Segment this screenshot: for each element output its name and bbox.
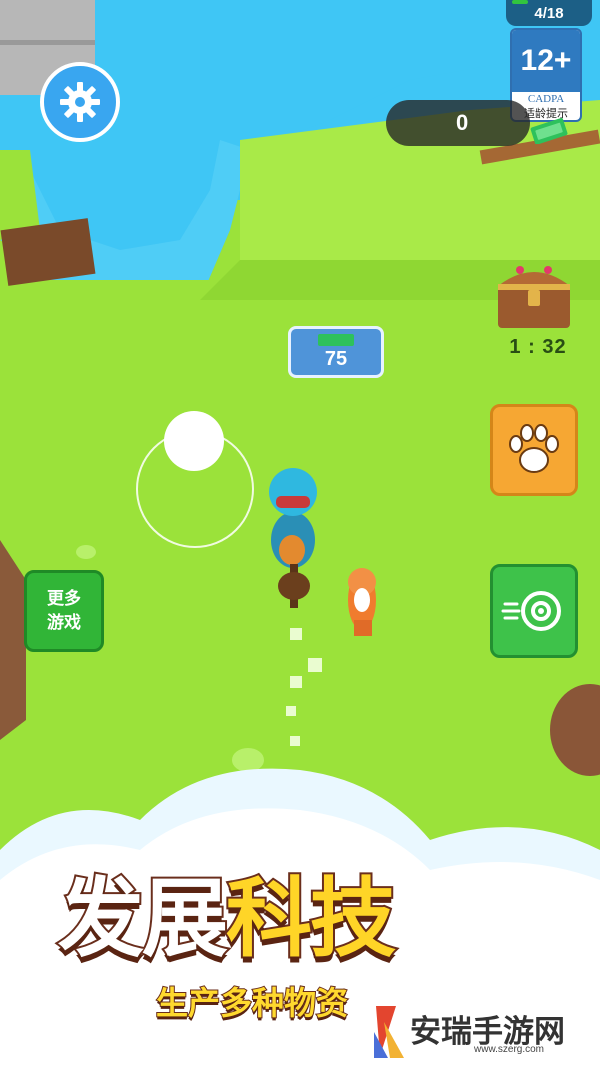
radar-button[interactable]	[490, 564, 578, 658]
cash-icon	[530, 118, 568, 144]
settings-button[interactable]	[40, 62, 120, 142]
money-counter: 0	[386, 100, 530, 146]
quest-progress-fill	[512, 0, 528, 4]
cash-bill-icon	[318, 334, 354, 346]
more-games-line1: 更多	[47, 589, 81, 609]
banner-title-part1: 发展	[56, 867, 230, 971]
pet-button[interactable]	[490, 404, 578, 496]
cash-pad[interactable]: 75	[288, 326, 384, 378]
cash-pad-value: 75	[324, 348, 348, 370]
quest-progress: 4/18	[506, 0, 592, 26]
banner-title-part2: 科技	[224, 867, 398, 971]
more-games-button[interactable]: 更多 游戏	[24, 570, 104, 652]
chest-timer: 1 : 32	[509, 336, 567, 358]
more-games-line2: 游戏	[47, 613, 81, 633]
paw-icon	[509, 424, 559, 473]
treasure-chest-icon[interactable]	[490, 256, 580, 332]
site-url: www.szerg.com	[474, 1044, 545, 1055]
age-rating-org: CADPA	[527, 93, 565, 105]
site-logo-icon	[374, 1006, 404, 1058]
banner-title: 发展科技	[56, 848, 558, 978]
age-rating-number: 12+	[512, 30, 580, 92]
money-value: 0	[456, 110, 469, 135]
eye-radar-icon	[501, 591, 561, 631]
joystick-knob[interactable]	[164, 411, 224, 471]
site-watermark: 安瑞手游网 www.szerg.com	[364, 996, 600, 1066]
gear-icon	[60, 82, 100, 122]
quest-progress-text: 4/18	[534, 4, 564, 22]
